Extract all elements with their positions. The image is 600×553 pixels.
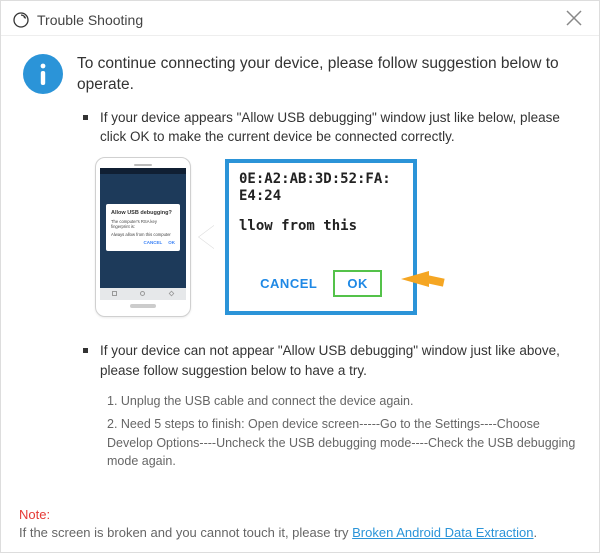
phone-dialog-ok: OK [168,240,175,245]
phone-dialog-title: Allow USB debugging? [111,210,175,216]
intro-text: To continue connecting your device, plea… [77,54,577,96]
zoom-mac-line1: 0E:A2:AB:3D:52:FA: [239,171,403,189]
zoom-ok-label: OK [333,270,382,297]
bullet-1-text: If your device appears "Allow USB debugg… [100,108,577,147]
dialog-header: Trouble Shooting [1,1,599,36]
bullet-dot-icon [83,115,88,120]
note-label: Note: [19,507,50,522]
phone-mockup: Allow USB debugging? The computer's RSA … [95,157,191,317]
bullet-2-section: If your device can not appear "Allow USB… [23,341,577,380]
steps-list: 1. Unplug the USB cable and connect the … [23,392,577,471]
phone-nav-recent-icon [112,291,117,296]
phone-home-button-icon [130,304,156,308]
bullet-dot-icon [83,348,88,353]
close-icon [565,9,583,27]
step-1: 1. Unplug the USB cable and connect the … [107,392,577,411]
note-suffix: . [534,525,538,540]
phone-navbar [100,288,186,300]
arrow-icon [401,269,447,303]
zoom-cancel-label: CANCEL [260,276,317,291]
note-section: Note: If the screen is broken and you ca… [19,506,581,542]
dialog-title: Trouble Shooting [37,12,143,28]
phone-speaker-icon [134,164,152,166]
zoom-buttons: CANCEL OK [239,270,403,303]
note-body: If the screen is broken and you cannot t… [19,525,352,540]
phone-statusbar [100,168,186,174]
header-left: Trouble Shooting [13,12,143,28]
bullet-2-text: If your device can not appear "Allow USB… [100,341,577,380]
intro-row: To continue connecting your device, plea… [23,54,577,96]
callout-pointer-icon [199,225,215,249]
bullet-1-row: If your device appears "Allow USB debugg… [83,108,577,147]
info-icon [23,54,63,94]
phone-nav-back-icon [169,291,175,297]
note-link[interactable]: Broken Android Data Extraction [352,525,533,540]
zoom-body-text: llow from this [239,218,403,234]
bullet-1-section: If your device appears "Allow USB debugg… [23,108,577,147]
phone-usb-dialog: Allow USB debugging? The computer's RSA … [106,204,180,251]
dialog-content: To continue connecting your device, plea… [1,36,599,479]
illustration-row: Allow USB debugging? The computer's RSA … [23,157,577,317]
close-button[interactable] [561,9,587,31]
zoom-mac-line2: E4:24 [239,188,403,206]
zoomed-dialog: 0E:A2:AB:3D:52:FA: E4:24 llow from this … [225,159,417,315]
phone-dialog-check: Always allow from this computer [111,232,175,237]
phone-dialog-cancel: CANCEL [144,240,163,245]
phone-nav-home-icon [140,291,145,296]
bullet-2-row: If your device can not appear "Allow USB… [83,341,577,380]
phone-dialog-body: The computer's RSA key fingerprint is: [111,219,175,229]
app-icon [13,12,29,28]
step-2: 2. Need 5 steps to finish: Open device s… [107,415,577,471]
phone-dialog-buttons: CANCEL OK [111,240,175,245]
phone-screen: Allow USB debugging? The computer's RSA … [100,168,186,300]
